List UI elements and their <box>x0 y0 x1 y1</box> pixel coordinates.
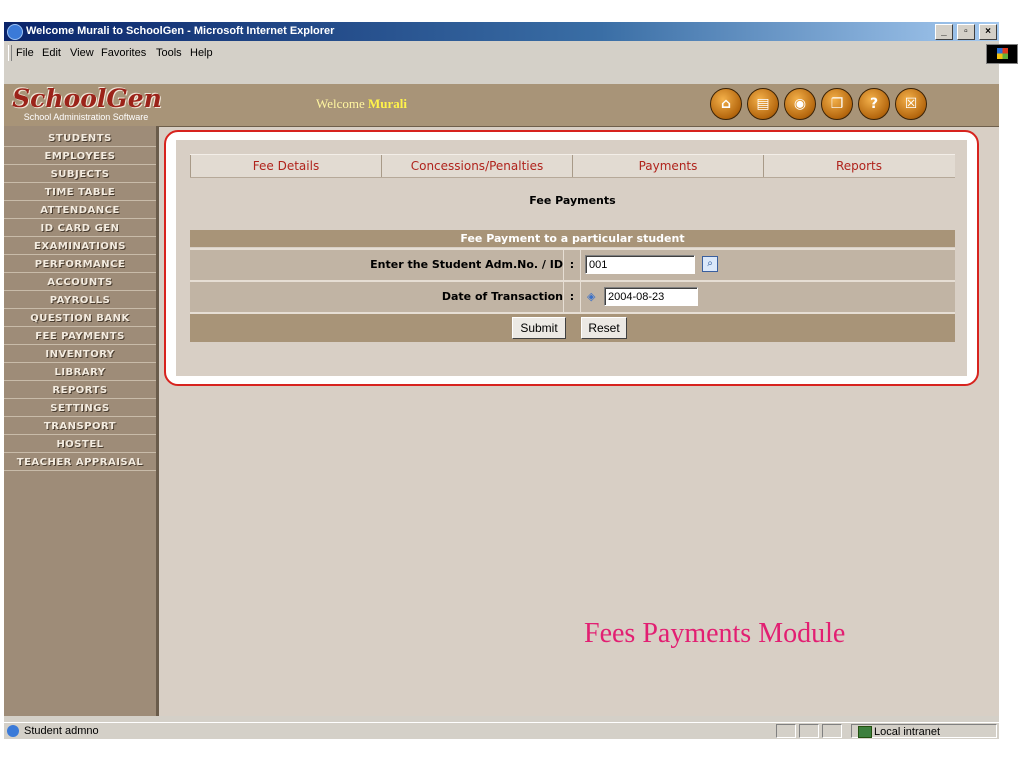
calendar-icon[interactable]: ◈ <box>587 290 595 303</box>
status-text: Student admno <box>24 725 99 737</box>
student-id-row: Enter the Student Adm.No. / ID : ⌕ <box>190 248 955 280</box>
welcome-message: Welcome Murali <box>316 96 407 112</box>
sidebar-item-examinations[interactable]: EXAMINATIONS <box>4 238 156 255</box>
sidebar-item-performance[interactable]: PERFORMANCE <box>4 256 156 273</box>
menu-file[interactable]: File <box>16 42 34 64</box>
logo-name: SchoolGen <box>12 84 162 113</box>
sidebar-item-subjects[interactable]: SUBJECTS <box>4 166 156 183</box>
menu-tools[interactable]: Tools <box>156 42 182 64</box>
sidebar-item-transport[interactable]: TRANSPORT <box>4 418 156 435</box>
maximize-button[interactable]: ▫ <box>956 24 975 40</box>
sidebar-item-teacher-appraisal[interactable]: TEACHER APPRAISAL <box>4 454 156 471</box>
help-icon[interactable]: ? <box>858 88 890 120</box>
student-id-input[interactable] <box>585 255 695 274</box>
security-zone-pane: Local intranet <box>851 724 997 738</box>
schoolgen-logo[interactable]: SchoolGen School Administration Software <box>8 84 164 124</box>
zone-label: Local intranet <box>874 726 941 738</box>
close-window-button[interactable]: × <box>979 24 997 40</box>
fee-tabs: Fee Details Concessions/Penalties Paymen… <box>190 154 955 178</box>
form-title: Fee Payment to a particular student <box>190 230 955 247</box>
sidebar-nav: STUDENTS EMPLOYEES SUBJECTS TIME TABLE A… <box>4 126 159 716</box>
sidebar-item-hostel[interactable]: HOSTEL <box>4 436 156 453</box>
student-id-colon: : <box>563 250 581 280</box>
book-icon[interactable]: ▤ <box>747 88 779 120</box>
date-label: Date of Transaction <box>441 290 563 303</box>
welcome-user: Murali <box>368 96 408 111</box>
form-actions: Submit Reset <box>190 312 955 342</box>
date-colon: : <box>563 282 581 312</box>
tab-reports[interactable]: Reports <box>763 155 954 177</box>
module-caption: Fees Payments Module <box>584 618 846 649</box>
tab-fee-details[interactable]: Fee Details <box>190 155 381 177</box>
status-pane <box>799 724 819 738</box>
sidebar-item-students[interactable]: STUDENTS <box>4 130 156 147</box>
sidebar-item-question-bank[interactable]: QUESTION BANK <box>4 310 156 327</box>
sidebar-item-id-card-gen[interactable]: ID CARD GEN <box>4 220 156 237</box>
logo-subtitle: School Administration Software <box>23 112 149 122</box>
sidebar-item-time-table[interactable]: TIME TABLE <box>4 184 156 201</box>
sidebar-item-accounts[interactable]: ACCOUNTS <box>4 274 156 291</box>
home-icon[interactable]: ⌂ <box>710 88 742 120</box>
globe-icon[interactable]: ◉ <box>784 88 816 120</box>
status-pane <box>776 724 796 738</box>
page-title: Fee Payments <box>529 194 616 207</box>
menu-favorites[interactable]: Favorites <box>101 42 146 64</box>
window-title: Welcome Murali to SchoolGen - Microsoft … <box>26 25 335 37</box>
sidebar-item-attendance[interactable]: ATTENDANCE <box>4 202 156 219</box>
window-controls: _ ▫ × <box>934 24 997 43</box>
intranet-icon <box>858 726 872 738</box>
student-lookup-icon[interactable]: ⌕ <box>702 256 718 272</box>
student-id-label: Enter the Student Adm.No. / ID <box>370 258 563 271</box>
windows-logo-icon <box>986 44 1018 64</box>
close-icon[interactable]: ☒ <box>895 88 927 120</box>
sidebar-item-fee-payments[interactable]: FEE PAYMENTS <box>4 328 156 345</box>
welcome-prefix: Welcome <box>316 96 365 111</box>
document-icon[interactable]: ❐ <box>821 88 853 120</box>
sidebar-item-payrolls[interactable]: PAYROLLS <box>4 292 156 309</box>
status-bar: Student admno Local intranet <box>4 722 999 739</box>
tab-concessions-penalties[interactable]: Concessions/Penalties <box>381 155 572 177</box>
sidebar-item-inventory[interactable]: INVENTORY <box>4 346 156 363</box>
sidebar-item-employees[interactable]: EMPLOYEES <box>4 148 156 165</box>
menu-view[interactable]: View <box>70 42 94 64</box>
menu-bar: File Edit View Favorites Tools Help <box>4 42 999 64</box>
transaction-date-input[interactable] <box>604 287 698 306</box>
date-row: Date of Transaction : ◈ <box>190 280 955 312</box>
internet-explorer-icon <box>7 24 23 40</box>
tab-payments[interactable]: Payments <box>572 155 763 177</box>
status-pane <box>822 724 842 738</box>
menu-help[interactable]: Help <box>190 42 213 64</box>
sidebar-item-settings[interactable]: SETTINGS <box>4 400 156 417</box>
sidebar-item-reports[interactable]: REPORTS <box>4 382 156 399</box>
minimize-button[interactable]: _ <box>934 24 953 40</box>
page-status-icon <box>7 725 19 737</box>
sidebar-item-library[interactable]: LIBRARY <box>4 364 156 381</box>
menu-edit[interactable]: Edit <box>42 42 61 64</box>
app-header: SchoolGen School Administration Software… <box>4 84 999 127</box>
reset-button[interactable]: Reset <box>581 317 627 339</box>
window-titlebar: Welcome Murali to SchoolGen - Microsoft … <box>4 22 999 41</box>
toolbar-grip[interactable] <box>8 45 12 61</box>
submit-button[interactable]: Submit <box>512 317 566 339</box>
